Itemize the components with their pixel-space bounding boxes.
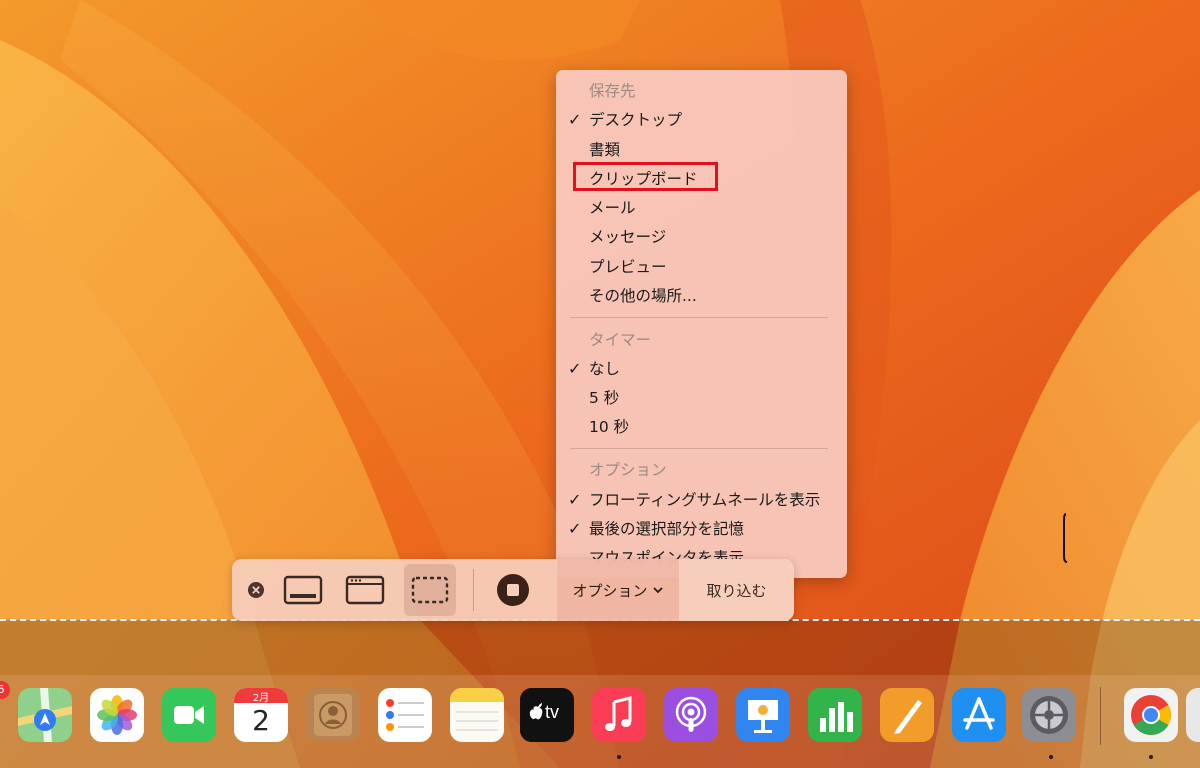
menu-item-remember-last-selection[interactable]: ✓ 最後の選択部分を記憶: [556, 516, 847, 542]
system-settings-icon: [1022, 688, 1076, 742]
checkmark-icon: ✓: [568, 490, 582, 509]
menu-item-label: なし: [589, 360, 621, 378]
maps-app[interactable]: [18, 688, 72, 742]
calendar-day: 2: [252, 704, 270, 737]
save-to-header: 保存先: [589, 82, 636, 100]
menu-item-label: プレビュー: [589, 258, 667, 276]
system-settings-app[interactable]: [1022, 688, 1076, 742]
tv-label: tv: [545, 702, 560, 722]
chevron-down-icon: [652, 587, 663, 594]
checkmark-icon: ✓: [568, 359, 582, 378]
menu-item-desktop[interactable]: ✓ デスクトップ: [556, 107, 847, 133]
menu-separator: [570, 317, 828, 318]
contacts-app[interactable]: [306, 688, 360, 742]
record-screen-button[interactable]: [494, 571, 532, 609]
menu-item-timer-10s[interactable]: 10 秒: [556, 414, 847, 440]
capture-entire-screen-button[interactable]: [282, 571, 324, 609]
menu-item-label: メッセージ: [589, 228, 667, 246]
partial-dock-app[interactable]: [1186, 688, 1200, 742]
menu-section-timer: タイマー: [556, 327, 847, 353]
menu-item-show-floating-thumbnail[interactable]: ✓ フローティングサムネールを表示: [556, 487, 847, 513]
notification-badge: 6: [0, 681, 10, 699]
clipboard-highlight-annotation: [573, 162, 718, 191]
menu-item-label: フローティングサムネールを表示: [589, 491, 821, 509]
menu-item-label: 5 秒: [589, 389, 620, 407]
menu-item-label: メール: [589, 199, 636, 217]
tv-app[interactable]: tv: [520, 688, 574, 742]
menu-item-preview[interactable]: プレビュー: [556, 254, 847, 280]
keynote-app[interactable]: [736, 688, 790, 742]
capture-button[interactable]: 取り込む: [679, 559, 794, 621]
facetime-app[interactable]: [162, 688, 216, 742]
dock-separator: [1100, 687, 1101, 745]
keynote-icon: [736, 688, 790, 742]
options-header: オプション: [589, 461, 667, 479]
record-icon: [497, 574, 529, 606]
app-store-icon: [952, 688, 1006, 742]
reminders-icon: [378, 688, 432, 742]
ibeam-cursor-icon: [1063, 513, 1068, 563]
capture-selected-portion-button[interactable]: [404, 564, 456, 616]
menu-item-documents[interactable]: 書類: [556, 137, 847, 163]
calendar-app[interactable]: 2月 2: [234, 688, 288, 742]
window-icon: [345, 575, 385, 605]
options-button-label: オプション: [572, 581, 648, 600]
capture-window-button[interactable]: [344, 571, 386, 609]
menu-item-mail[interactable]: メール: [556, 195, 847, 221]
entire-screen-icon: [283, 575, 323, 605]
close-icon: [248, 582, 264, 598]
numbers-app[interactable]: [808, 688, 862, 742]
menu-item-messages[interactable]: メッセージ: [556, 224, 847, 250]
screenshot-toolbar: オプション 取り込む: [232, 559, 794, 621]
maps-icon: [18, 688, 72, 742]
app-store-app[interactable]: [952, 688, 1006, 742]
dock: 6 2月 2 tv: [0, 675, 1200, 768]
calendar-month: 2月: [252, 693, 270, 704]
menu-item-other-location[interactable]: その他の場所...: [556, 283, 847, 309]
menu-item-label: デスクトップ: [589, 111, 683, 129]
notes-icon: [450, 688, 504, 742]
menu-item-timer-5s[interactable]: 5 秒: [556, 385, 847, 411]
running-indicator: [1049, 755, 1053, 759]
capture-button-label: 取り込む: [706, 581, 767, 600]
checkmark-icon: ✓: [568, 110, 582, 129]
menu-item-label: 最後の選択部分を記憶: [589, 520, 745, 538]
podcasts-app[interactable]: [664, 688, 718, 742]
chrome-app[interactable]: [1124, 688, 1178, 742]
options-menu: 保存先 ✓ デスクトップ 書類 クリップボード メール メッセージ プレビュー …: [556, 70, 847, 578]
facetime-icon: [162, 688, 216, 742]
music-app[interactable]: [592, 688, 646, 742]
menu-item-label: 書類: [589, 141, 621, 159]
menu-separator: [570, 448, 828, 449]
menu-item-timer-none[interactable]: ✓ なし: [556, 356, 847, 382]
menu-section-save-to: 保存先: [556, 78, 847, 104]
close-button[interactable]: [246, 580, 266, 600]
menu-section-options: オプション: [556, 457, 847, 483]
menu-item-label: 10 秒: [589, 418, 630, 436]
notes-app[interactable]: [450, 688, 504, 742]
pages-app[interactable]: [880, 688, 934, 742]
photos-app[interactable]: [90, 688, 144, 742]
music-icon: [592, 688, 646, 742]
pages-icon: [880, 688, 934, 742]
running-indicator: [1149, 755, 1153, 759]
running-indicator: [617, 755, 621, 759]
numbers-icon: [808, 688, 862, 742]
timer-header: タイマー: [589, 331, 652, 349]
podcasts-icon: [664, 688, 718, 742]
reminders-app[interactable]: [378, 688, 432, 742]
checkmark-icon: ✓: [568, 519, 582, 538]
toolbar-separator: [473, 569, 474, 611]
contacts-icon: [306, 688, 360, 742]
photos-icon: [90, 688, 144, 742]
menu-item-label: その他の場所...: [589, 287, 697, 305]
selected-portion-icon: [411, 576, 449, 604]
chrome-icon: [1124, 688, 1178, 742]
options-button[interactable]: オプション: [557, 559, 679, 621]
